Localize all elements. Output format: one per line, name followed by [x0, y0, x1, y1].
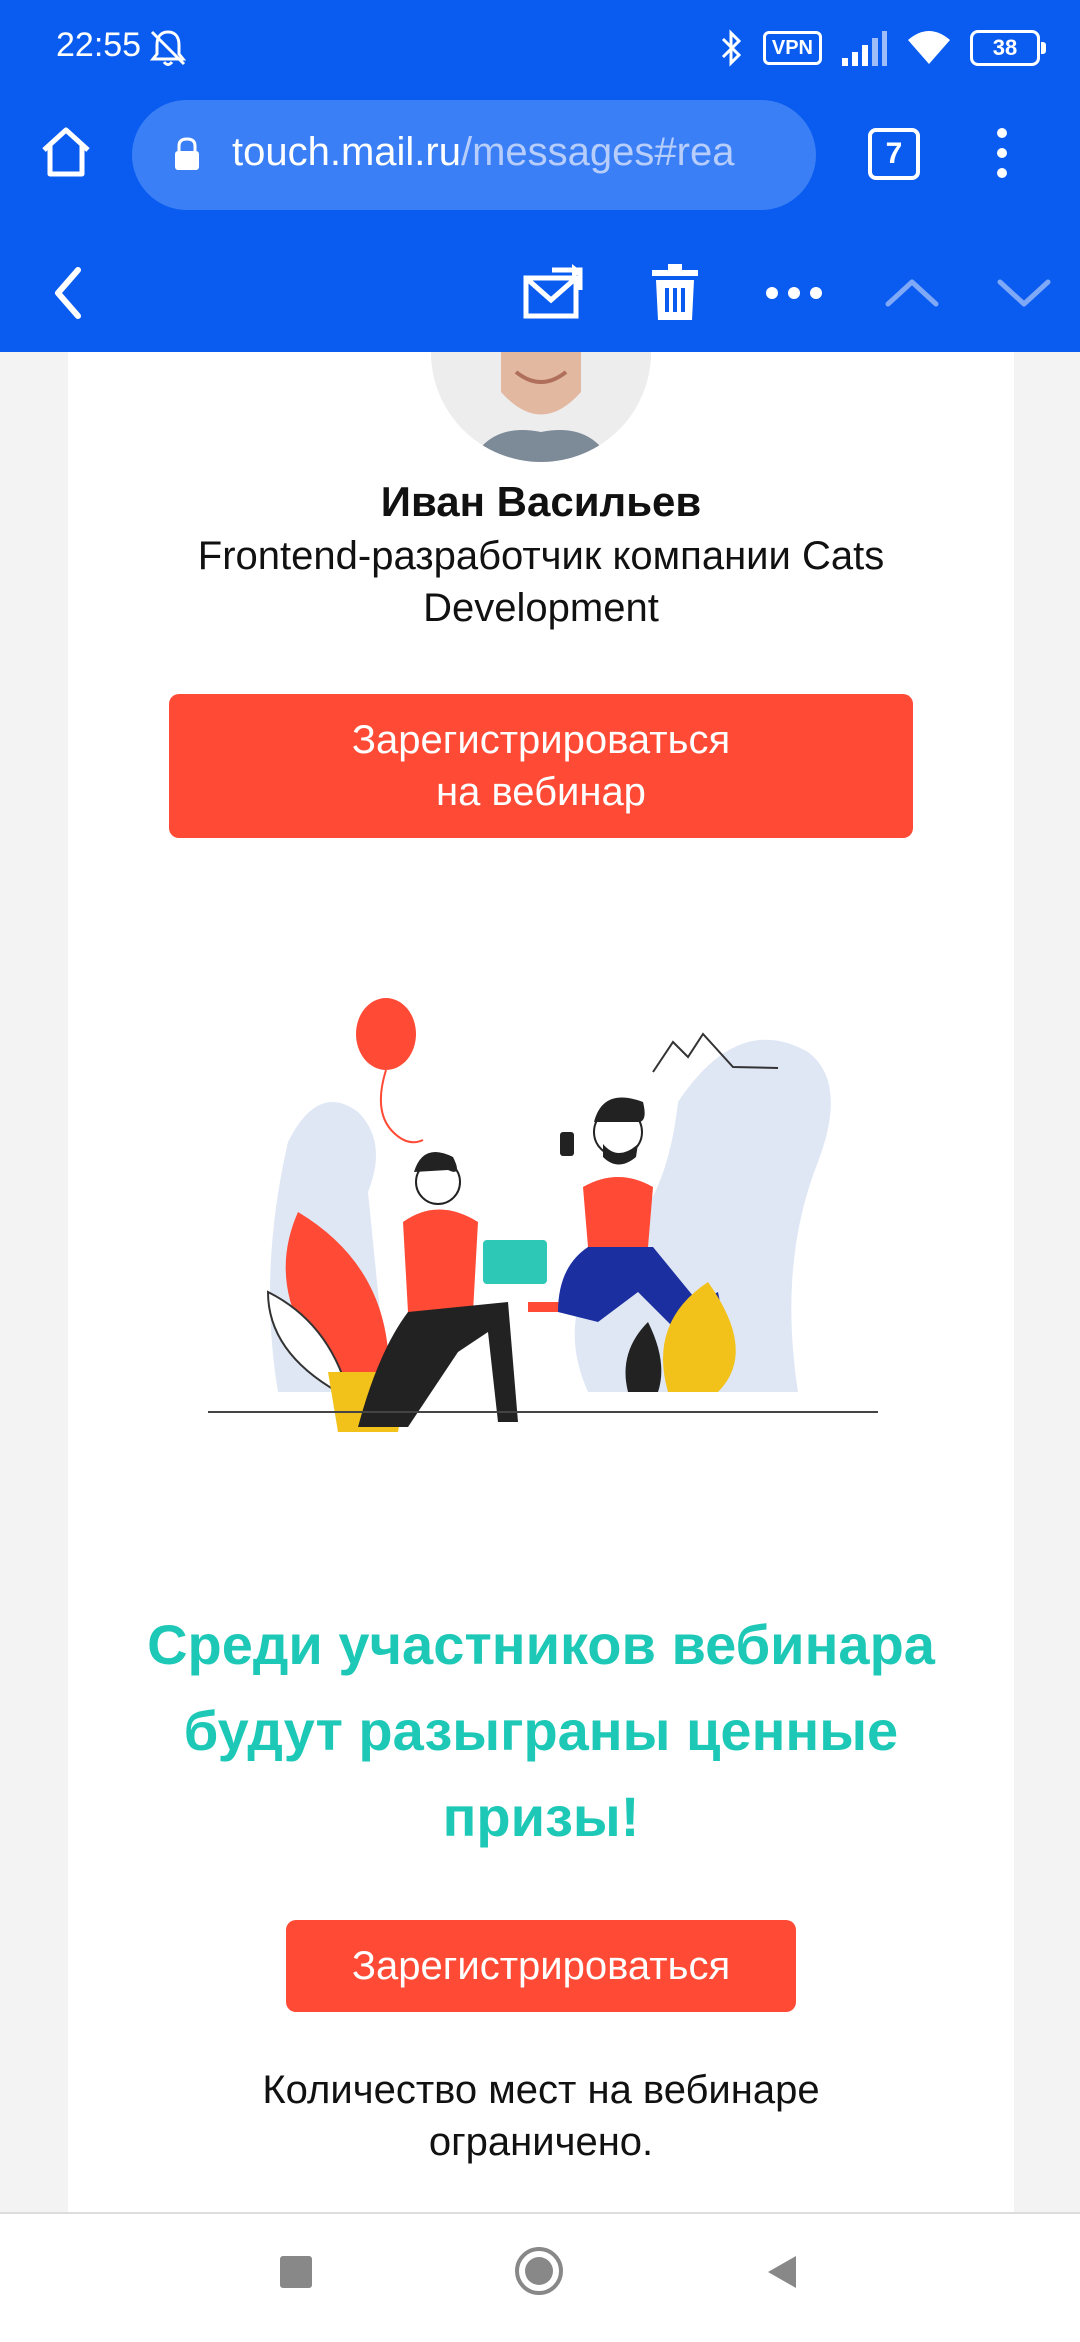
home-icon[interactable]: [36, 122, 96, 182]
system-nav-bar: [0, 2212, 1080, 2342]
vpn-badge: VPN: [762, 31, 822, 65]
status-bar: 22:55 VPN 38: [0, 0, 1080, 96]
webinar-illustration: [208, 998, 878, 1432]
url-path: /messages#rea: [460, 130, 735, 174]
speaker-avatar: [431, 352, 651, 462]
register-webinar-button[interactable]: Зарегистрироваться на вебинар: [169, 694, 913, 838]
back-icon[interactable]: [48, 264, 88, 322]
move-to-folder-icon[interactable]: [522, 264, 586, 322]
next-icon[interactable]: [996, 264, 1052, 322]
bluetooth-icon: [721, 29, 741, 67]
speaker-photo: [431, 352, 651, 462]
speaker-role: Frontend-разработчик компании Cats Devel…: [197, 534, 885, 630]
mail-toolbar: [0, 234, 1080, 352]
previous-icon[interactable]: [884, 264, 940, 322]
register-webinar-line1: Зарегистрироваться: [351, 718, 731, 762]
browser-menu-icon[interactable]: [990, 126, 1014, 180]
address-bar[interactable]: touch.mail.ru/messages#rea: [132, 100, 816, 210]
status-icons: VPN 38: [719, 24, 1046, 72]
speaker-name: Иван Васильев: [380, 478, 702, 525]
tab-switcher-button[interactable]: 7: [868, 128, 920, 180]
url-host: touch.mail.ru: [232, 130, 461, 174]
wifi-icon: [908, 31, 950, 64]
signal-icon: [842, 31, 887, 66]
back-triangle-icon[interactable]: [762, 2252, 802, 2292]
mute-icon: [149, 30, 187, 66]
promo-text: Среди участников вебинара будут разыгран…: [147, 1613, 935, 1848]
more-icon[interactable]: [764, 264, 824, 322]
recents-icon[interactable]: [280, 2256, 312, 2288]
home-circle-icon[interactable]: [514, 2246, 564, 2296]
seats-limited-note: Количество мест на вебинаре ограничено.: [262, 2068, 820, 2164]
register-button[interactable]: Зарегистрироваться: [286, 1920, 796, 2012]
battery-indicator: 38: [970, 30, 1046, 66]
status-time: 22:55: [56, 26, 142, 64]
lock-icon: [175, 137, 199, 170]
email-body: Иван Васильев Frontend-разработчик компа…: [68, 352, 1014, 2212]
register-webinar-line2: на вебинар: [436, 770, 646, 814]
trash-icon[interactable]: [650, 264, 700, 322]
url-text: touch.mail.ru/messages#rea: [232, 130, 734, 175]
browser-toolbar: touch.mail.ru/messages#rea 7: [0, 96, 1080, 234]
